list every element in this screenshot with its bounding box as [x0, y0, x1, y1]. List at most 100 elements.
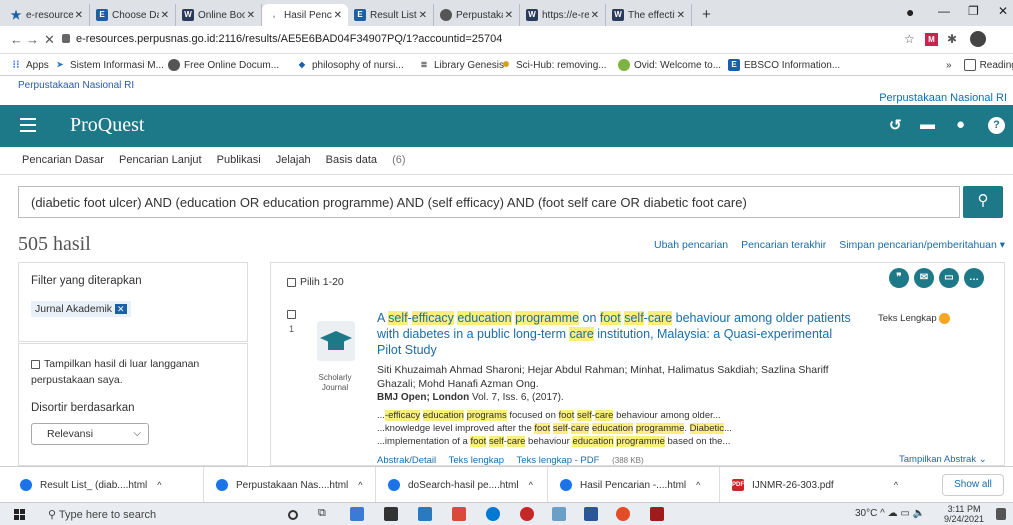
- app-icon[interactable]: [520, 507, 534, 521]
- avatar[interactable]: [970, 31, 986, 47]
- windows-start-icon[interactable]: [14, 509, 25, 520]
- site-name-link[interactable]: Perpustakaan Nasional RI: [879, 92, 1007, 104]
- chevron-up-icon[interactable]: ^: [529, 480, 533, 490]
- bookmark-item[interactable]: ➤ Sistem Informasi M...: [54, 59, 164, 71]
- tab-basic-search[interactable]: Pencarian Dasar: [22, 154, 104, 166]
- user-icon[interactable]: ●: [956, 116, 965, 133]
- cortana-icon[interactable]: [288, 510, 298, 520]
- task-view-icon[interactable]: ⧉: [318, 507, 332, 521]
- bookmark-star-icon[interactable]: ☆: [904, 32, 915, 46]
- stop-icon[interactable]: ✕: [44, 32, 55, 48]
- close-icon[interactable]: ✕: [161, 10, 169, 21]
- tab-browse[interactable]: Jelajah: [276, 154, 311, 166]
- forward-icon[interactable]: →: [26, 32, 39, 47]
- search-button[interactable]: ⚲: [963, 186, 1003, 218]
- tab-advanced-search[interactable]: Pencarian Lanjut: [119, 154, 202, 166]
- result-title-link[interactable]: A self-efficacy education programme on f…: [377, 310, 857, 358]
- maximize-icon[interactable]: ❐: [968, 4, 979, 18]
- extension-icon[interactable]: M: [925, 33, 938, 46]
- mendeley-icon[interactable]: [650, 507, 664, 521]
- edge-browser-icon[interactable]: [486, 507, 500, 521]
- close-icon[interactable]: ✕: [505, 10, 513, 21]
- calendar-icon[interactable]: [452, 507, 466, 521]
- store-icon[interactable]: [384, 507, 398, 521]
- mail-icon[interactable]: [418, 507, 432, 521]
- bookmark-item[interactable]: ◆ philosophy of nursi...: [296, 59, 404, 71]
- reading-list[interactable]: »Reading li: [946, 59, 1013, 71]
- chevron-up-icon[interactable]: ^: [358, 480, 362, 490]
- close-icon[interactable]: ✕: [677, 10, 685, 21]
- url-field[interactable]: e-resources.perpusnas.go.id:2116/results…: [76, 33, 502, 45]
- outside-subscription-option[interactable]: Tampilkan hasil di luar langganan perpus…: [31, 356, 236, 388]
- email-icon[interactable]: ✉: [914, 268, 934, 288]
- browser-tab[interactable]: WOnline Books✕: [176, 4, 262, 26]
- taskbar-search[interactable]: ⚲ Type here to search: [48, 508, 156, 521]
- download-item[interactable]: Perpustakaan Nas....html ^: [204, 467, 376, 503]
- minimize-icon[interactable]: —: [938, 4, 950, 18]
- browser-tab[interactable]: ★e-resources.p✕: [4, 4, 90, 26]
- library-logo[interactable]: Perpustakaan Nasional RI: [18, 80, 134, 91]
- new-tab-icon[interactable]: +: [702, 6, 711, 23]
- bookmark-item[interactable]: Ovid: Welcome to...: [618, 59, 721, 71]
- brand-logo[interactable]: ProQuest: [70, 114, 144, 137]
- checkbox[interactable]: [31, 359, 40, 369]
- close-window-icon[interactable]: ✕: [998, 4, 1008, 18]
- more-icon[interactable]: …: [964, 268, 984, 288]
- recent-searches-link[interactable]: Pencarian terakhir: [741, 239, 826, 251]
- puzzle-icon[interactable]: ✱: [947, 32, 957, 46]
- tab-databases[interactable]: Basis data (6): [326, 154, 418, 166]
- pdf-link[interactable]: Teks lengkap - PDF (388 KB): [517, 455, 654, 466]
- back-icon[interactable]: ←: [10, 32, 23, 47]
- browser-tab-active[interactable]: ,Hasil Pencaria✕: [262, 4, 348, 26]
- close-icon[interactable]: ✕: [419, 10, 427, 21]
- menu-icon[interactable]: [20, 118, 36, 132]
- download-item[interactable]: Hasil Pencarian -....html ^: [548, 467, 720, 503]
- notification-icon[interactable]: [996, 508, 1006, 520]
- filter-chip[interactable]: Jurnal Akademik ✕: [31, 301, 131, 317]
- close-icon[interactable]: ✕: [591, 10, 599, 21]
- close-icon[interactable]: ✕: [334, 10, 342, 21]
- browser-tab[interactable]: EResult List: (di✕: [348, 4, 434, 26]
- clock[interactable]: 3:11 PM 9/24/2021: [944, 504, 984, 524]
- download-item[interactable]: PDF IJNMR-26-303.pdf ^: [720, 467, 898, 503]
- browser-tab[interactable]: WThe effective✕: [606, 4, 692, 26]
- profile-icon[interactable]: ●: [906, 4, 914, 20]
- show-abstract-link[interactable]: Tampilkan Abstrak ⌄: [899, 454, 987, 465]
- bookmark-apps[interactable]: ⁝⁝ Apps: [10, 59, 49, 71]
- bookmark-item[interactable]: Free Online Docum...: [168, 59, 279, 71]
- help-icon[interactable]: ?: [988, 117, 1005, 134]
- download-item[interactable]: doSearch-hasil pe....html ^: [376, 467, 548, 503]
- bookmark-item[interactable]: ✺ Sci-Hub: removing...: [500, 59, 607, 71]
- chevron-up-icon[interactable]: ^: [157, 480, 161, 490]
- abstract-detail-link[interactable]: Abstrak/Detail: [377, 455, 436, 466]
- chevron-up-icon[interactable]: ^: [894, 480, 898, 490]
- browser-tab[interactable]: EChoose Datab✕: [90, 4, 176, 26]
- search-input[interactable]: (diabetic foot ulcer) AND (education OR …: [18, 186, 960, 218]
- chevron-up-icon[interactable]: ^: [696, 480, 700, 490]
- history-icon[interactable]: ↺: [889, 116, 902, 134]
- remove-filter-icon[interactable]: ✕: [115, 304, 127, 314]
- modify-search-link[interactable]: Ubah pencarian: [654, 239, 728, 251]
- tab-publications[interactable]: Publikasi: [217, 154, 261, 166]
- bookmark-item[interactable]: E EBSCO Information...: [728, 59, 840, 71]
- chrome-icon[interactable]: [616, 507, 630, 521]
- full-text-link[interactable]: Teks lengkap: [449, 455, 504, 466]
- checkbox[interactable]: [287, 277, 296, 287]
- close-icon[interactable]: ✕: [247, 10, 255, 21]
- cite-icon[interactable]: ❞: [889, 268, 909, 288]
- result-checkbox[interactable]: [287, 310, 296, 319]
- select-all[interactable]: Pilih 1-20: [287, 276, 344, 288]
- edge-icon[interactable]: [350, 507, 364, 521]
- download-item[interactable]: Result List_ (diab....html ^: [8, 467, 204, 503]
- folder-icon[interactable]: ▬: [920, 116, 935, 133]
- print-icon[interactable]: ▭: [939, 268, 959, 288]
- app-icon[interactable]: [552, 507, 566, 521]
- save-search-link[interactable]: Simpan pencarian/pemberitahuan ▾: [839, 239, 1005, 251]
- close-icon[interactable]: ✕: [75, 10, 83, 21]
- browser-tab[interactable]: Whttps://e-reso✕: [520, 4, 606, 26]
- bookmark-item[interactable]: ≣ Library Genesis: [418, 59, 504, 71]
- browser-tab[interactable]: Perpustakaan✕: [434, 4, 520, 26]
- word-icon[interactable]: [584, 507, 598, 521]
- show-all-button[interactable]: Show all: [942, 474, 1004, 496]
- sort-select[interactable]: Relevansi ⌵: [31, 423, 149, 445]
